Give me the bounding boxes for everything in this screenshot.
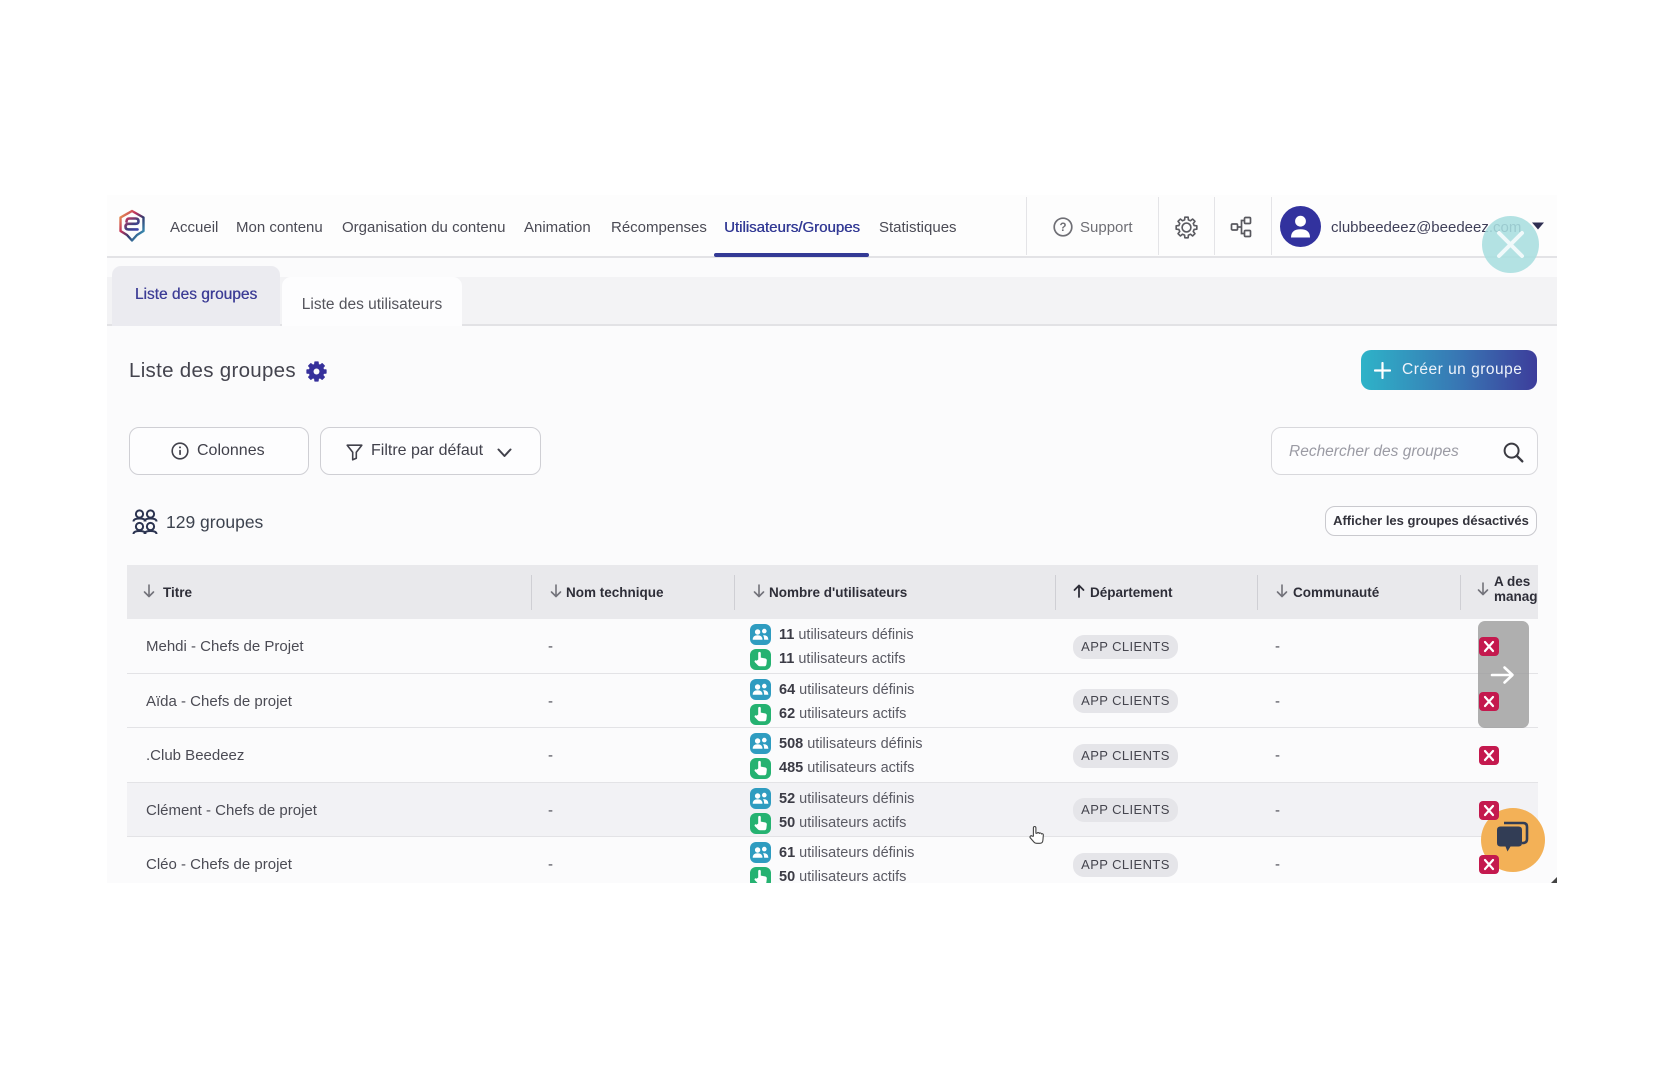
svg-text:?: ? xyxy=(1059,222,1066,234)
